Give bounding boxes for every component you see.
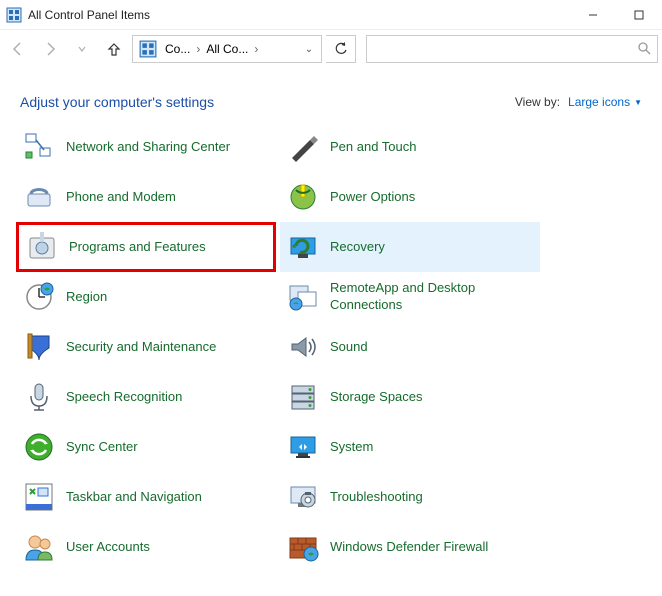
item-remoteapp-desktop[interactable]: RemoteApp and Desktop Connections bbox=[280, 272, 540, 322]
item-label: Programs and Features bbox=[69, 239, 206, 256]
nav-row: Co... › All Co... › ⌄ bbox=[0, 30, 662, 68]
maximize-button[interactable] bbox=[616, 0, 662, 30]
nav-back-button[interactable] bbox=[4, 35, 32, 63]
viewby-label: View by: bbox=[515, 95, 560, 109]
item-power-options[interactable]: Power Options bbox=[280, 172, 540, 222]
pen-icon bbox=[286, 130, 320, 164]
item-storage-spaces[interactable]: Storage Spaces bbox=[280, 372, 540, 422]
item-label: User Accounts bbox=[66, 539, 150, 556]
firewall-icon bbox=[286, 530, 320, 564]
item-label: Network and Sharing Center bbox=[66, 139, 230, 156]
item-user-accounts[interactable]: User Accounts bbox=[16, 522, 276, 572]
address-dropdown[interactable]: ⌄ bbox=[299, 44, 319, 55]
item-region[interactable]: Region bbox=[16, 272, 276, 322]
item-label: Storage Spaces bbox=[330, 389, 423, 406]
item-label: Sync Center bbox=[66, 439, 138, 456]
user-accounts-icon bbox=[22, 530, 56, 564]
breadcrumb-1[interactable]: Co... bbox=[161, 42, 194, 56]
region-icon bbox=[22, 280, 56, 314]
item-label: Phone and Modem bbox=[66, 189, 176, 206]
breadcrumb-sep-2: › bbox=[252, 42, 260, 56]
items-area: Network and Sharing Center Pen and Touch… bbox=[0, 114, 662, 572]
item-recovery[interactable]: Recovery bbox=[280, 222, 540, 272]
item-label: Windows Defender Firewall bbox=[330, 539, 488, 556]
heading-row: Adjust your computer's settings View by:… bbox=[0, 68, 662, 114]
item-programs-and-features[interactable]: Programs and Features bbox=[16, 222, 276, 272]
item-label: Taskbar and Navigation bbox=[66, 489, 202, 506]
sync-icon bbox=[22, 430, 56, 464]
item-label: Troubleshooting bbox=[330, 489, 423, 506]
system-icon bbox=[286, 430, 320, 464]
viewby-container: View by: Large icons ▼ bbox=[515, 95, 642, 109]
window-buttons bbox=[570, 0, 662, 30]
refresh-button[interactable] bbox=[326, 35, 356, 63]
title-bar: All Control Panel Items bbox=[0, 0, 662, 30]
address-icon bbox=[139, 40, 157, 58]
power-icon bbox=[286, 180, 320, 214]
item-system[interactable]: System bbox=[280, 422, 540, 472]
troubleshooting-icon bbox=[286, 480, 320, 514]
taskbar-icon bbox=[22, 480, 56, 514]
item-phone-and-modem[interactable]: Phone and Modem bbox=[16, 172, 276, 222]
item-label: Region bbox=[66, 289, 107, 306]
address-bar[interactable]: Co... › All Co... › ⌄ bbox=[132, 35, 322, 63]
recovery-icon bbox=[286, 230, 320, 264]
item-label: Speech Recognition bbox=[66, 389, 182, 406]
programs-icon bbox=[25, 230, 59, 264]
minimize-button[interactable] bbox=[570, 0, 616, 30]
storage-icon bbox=[286, 380, 320, 414]
item-taskbar-and-navigation[interactable]: Taskbar and Navigation bbox=[16, 472, 276, 522]
nav-forward-button[interactable] bbox=[36, 35, 64, 63]
breadcrumb-sep: › bbox=[194, 42, 202, 56]
search-icon bbox=[637, 41, 651, 58]
item-network-sharing-center[interactable]: Network and Sharing Center bbox=[16, 122, 276, 172]
item-troubleshooting[interactable]: Troubleshooting bbox=[280, 472, 540, 522]
microphone-icon bbox=[22, 380, 56, 414]
item-label: Recovery bbox=[330, 239, 385, 256]
item-windows-defender-firewall[interactable]: Windows Defender Firewall bbox=[280, 522, 540, 572]
window-title: All Control Panel Items bbox=[28, 8, 570, 22]
item-label: Sound bbox=[330, 339, 368, 356]
page-heading: Adjust your computer's settings bbox=[20, 94, 214, 110]
item-label: Security and Maintenance bbox=[66, 339, 216, 356]
sound-icon bbox=[286, 330, 320, 364]
search-box[interactable] bbox=[366, 35, 658, 63]
item-label: System bbox=[330, 439, 373, 456]
chevron-down-icon: ▼ bbox=[634, 98, 642, 107]
item-label: Power Options bbox=[330, 189, 415, 206]
item-sound[interactable]: Sound bbox=[280, 322, 540, 372]
item-security-and-maintenance[interactable]: Security and Maintenance bbox=[16, 322, 276, 372]
breadcrumb-2[interactable]: All Co... bbox=[202, 42, 252, 56]
control-panel-icon bbox=[6, 7, 22, 23]
item-label: Pen and Touch bbox=[330, 139, 417, 156]
remoteapp-icon bbox=[286, 280, 320, 314]
item-label: RemoteApp and Desktop Connections bbox=[330, 280, 534, 314]
security-icon bbox=[22, 330, 56, 364]
network-icon bbox=[22, 130, 56, 164]
viewby-mode: Large icons bbox=[568, 95, 630, 109]
nav-recent-dropdown[interactable] bbox=[68, 35, 96, 63]
viewby-dropdown[interactable]: Large icons ▼ bbox=[568, 95, 642, 109]
nav-up-button[interactable] bbox=[100, 35, 128, 63]
item-sync-center[interactable]: Sync Center bbox=[16, 422, 276, 472]
item-pen-and-touch[interactable]: Pen and Touch bbox=[280, 122, 540, 172]
item-speech-recognition[interactable]: Speech Recognition bbox=[16, 372, 276, 422]
phone-icon bbox=[22, 180, 56, 214]
